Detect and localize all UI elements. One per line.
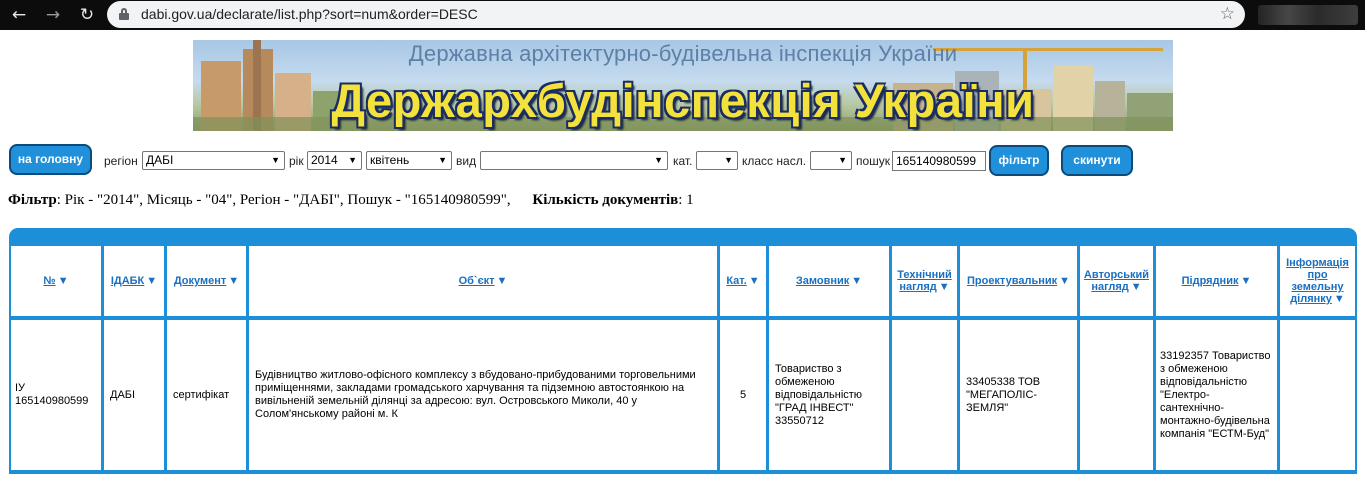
column-header-author-supervision[interactable]: Авторський нагляд ▼: [1080, 246, 1153, 316]
column-header-contractor[interactable]: Підрядник ▼: [1156, 246, 1277, 316]
region-label: регіон: [104, 154, 138, 168]
region-value: ДАБІ: [146, 153, 174, 167]
cell-land-info: [1280, 320, 1355, 470]
type-select[interactable]: ▼: [480, 151, 668, 170]
cell-document: сертифікат: [167, 320, 246, 470]
column-header-object[interactable]: Об`єкт ▼: [249, 246, 717, 316]
profile-icon[interactable]: [1258, 5, 1358, 25]
category-select[interactable]: ▼: [696, 151, 738, 170]
region-select[interactable]: ДАБІ ▼: [142, 151, 285, 170]
month-select[interactable]: квітень ▼: [366, 151, 452, 170]
sort-arrow-icon[interactable]: ▼: [939, 281, 950, 293]
column-header-num-link[interactable]: №: [43, 275, 55, 287]
sort-arrow-icon[interactable]: ▼: [1131, 281, 1142, 293]
column-header-tech-supervision[interactable]: Технічний нагляд ▼: [892, 246, 957, 316]
sort-arrow-icon[interactable]: ▼: [749, 275, 760, 287]
sort-arrow-icon[interactable]: ▼: [851, 275, 862, 287]
banner-subtitle: Державна архітектурно-будівельна інспекц…: [408, 41, 958, 66]
dropdown-arrow-icon: ▼: [438, 155, 447, 165]
dropdown-arrow-icon: ▼: [271, 155, 280, 165]
browser-toolbar: ← → ↻ dabi.gov.ua/declarate/list.php?sor…: [0, 0, 1365, 30]
column-header-idabk[interactable]: ІДАБК ▼: [104, 246, 164, 316]
column-header-designer-link[interactable]: Проектувальник: [967, 275, 1057, 287]
document-count-value: : 1: [678, 192, 694, 208]
type-label: вид: [456, 154, 477, 168]
column-header-customer[interactable]: Замовник ▼: [769, 246, 889, 316]
banner-title: Держархбудінспекція України: [331, 74, 1035, 127]
column-header-num[interactable]: № ▼: [11, 246, 101, 316]
column-header-idabk-link[interactable]: ІДАБК: [111, 275, 144, 287]
forward-arrow-icon[interactable]: →: [42, 4, 64, 26]
home-button[interactable]: на головну: [9, 144, 92, 175]
year-label: рік: [289, 154, 304, 168]
cell-designer: 33405338 ТОВ "МЕГАПОЛІС-ЗЕМЛЯ": [960, 320, 1077, 470]
dropdown-arrow-icon: ▼: [348, 155, 357, 165]
document-count-label: Кількість документів: [532, 192, 679, 208]
dropdown-arrow-icon: ▼: [654, 155, 663, 165]
cell-tech-supervision: [892, 320, 957, 470]
cell-category: 5: [720, 320, 766, 470]
class-label: класс насл.: [742, 154, 807, 168]
column-header-category[interactable]: Кат. ▼: [720, 246, 766, 316]
dropdown-arrow-icon: ▼: [838, 155, 847, 165]
back-arrow-icon[interactable]: ←: [8, 4, 30, 26]
sort-arrow-icon[interactable]: ▼: [1240, 275, 1251, 287]
filter-summary-text: : Рік - "2014", Місяць - "04", Регіон - …: [56, 192, 511, 208]
sort-arrow-icon[interactable]: ▼: [58, 275, 69, 287]
sort-arrow-icon[interactable]: ▼: [1059, 275, 1070, 287]
year-value: 2014: [311, 153, 338, 167]
sort-arrow-icon[interactable]: ▼: [228, 275, 239, 287]
filter-summary: Фільтр: Рік - "2014", Місяць - "04", Рег…: [8, 192, 694, 209]
column-header-category-link[interactable]: Кат.: [726, 275, 746, 287]
site-banner: Державна архітектурно-будівельна інспекц…: [193, 40, 1173, 131]
year-select[interactable]: 2014 ▼: [307, 151, 362, 170]
table-top-bar: [9, 228, 1357, 244]
cell-idabk: ДАБІ: [104, 320, 164, 470]
filter-summary-label: Фільтр: [8, 192, 57, 208]
column-header-document[interactable]: Документ ▼: [167, 246, 246, 316]
cell-customer: Товариство з обмеженою відповідальністю …: [769, 320, 889, 470]
search-label: пошук: [856, 154, 891, 168]
filter-button[interactable]: фільтр: [989, 145, 1049, 176]
column-header-designer[interactable]: Проектувальник ▼: [960, 246, 1077, 316]
column-header-object-link[interactable]: Об`єкт: [459, 275, 495, 287]
sort-arrow-icon[interactable]: ▼: [146, 275, 157, 287]
dropdown-arrow-icon: ▼: [724, 155, 733, 165]
bookmark-star-icon[interactable]: ☆: [1220, 4, 1235, 24]
sort-arrow-icon[interactable]: ▼: [1334, 293, 1345, 305]
cell-object: Будівництво житлово-офісного комплексу з…: [249, 320, 717, 470]
month-value: квітень: [370, 153, 410, 167]
address-bar[interactable]: dabi.gov.ua/declarate/list.php?sort=num&…: [107, 1, 1245, 28]
column-header-land-info[interactable]: Інформація про земельну ділянку ▼: [1280, 246, 1355, 316]
reload-icon[interactable]: ↻: [76, 4, 98, 26]
address-url[interactable]: dabi.gov.ua/declarate/list.php?sort=num&…: [141, 6, 478, 22]
cell-author-supervision: [1080, 320, 1153, 470]
sort-arrow-icon[interactable]: ▼: [497, 275, 508, 287]
lock-icon: [119, 8, 129, 20]
class-select[interactable]: ▼: [810, 151, 852, 170]
category-label: кат.: [673, 154, 693, 168]
reset-button[interactable]: скинути: [1061, 145, 1133, 176]
column-header-customer-link[interactable]: Замовник: [796, 275, 849, 287]
column-header-document-link[interactable]: Документ: [174, 275, 226, 287]
search-input[interactable]: 165140980599: [892, 151, 986, 171]
cell-contractor: 33192357 Товариство з обмеженою відповід…: [1156, 320, 1277, 470]
column-header-contractor-link[interactable]: Підрядник: [1182, 275, 1239, 287]
cell-num: ІУ 165140980599: [11, 320, 101, 470]
